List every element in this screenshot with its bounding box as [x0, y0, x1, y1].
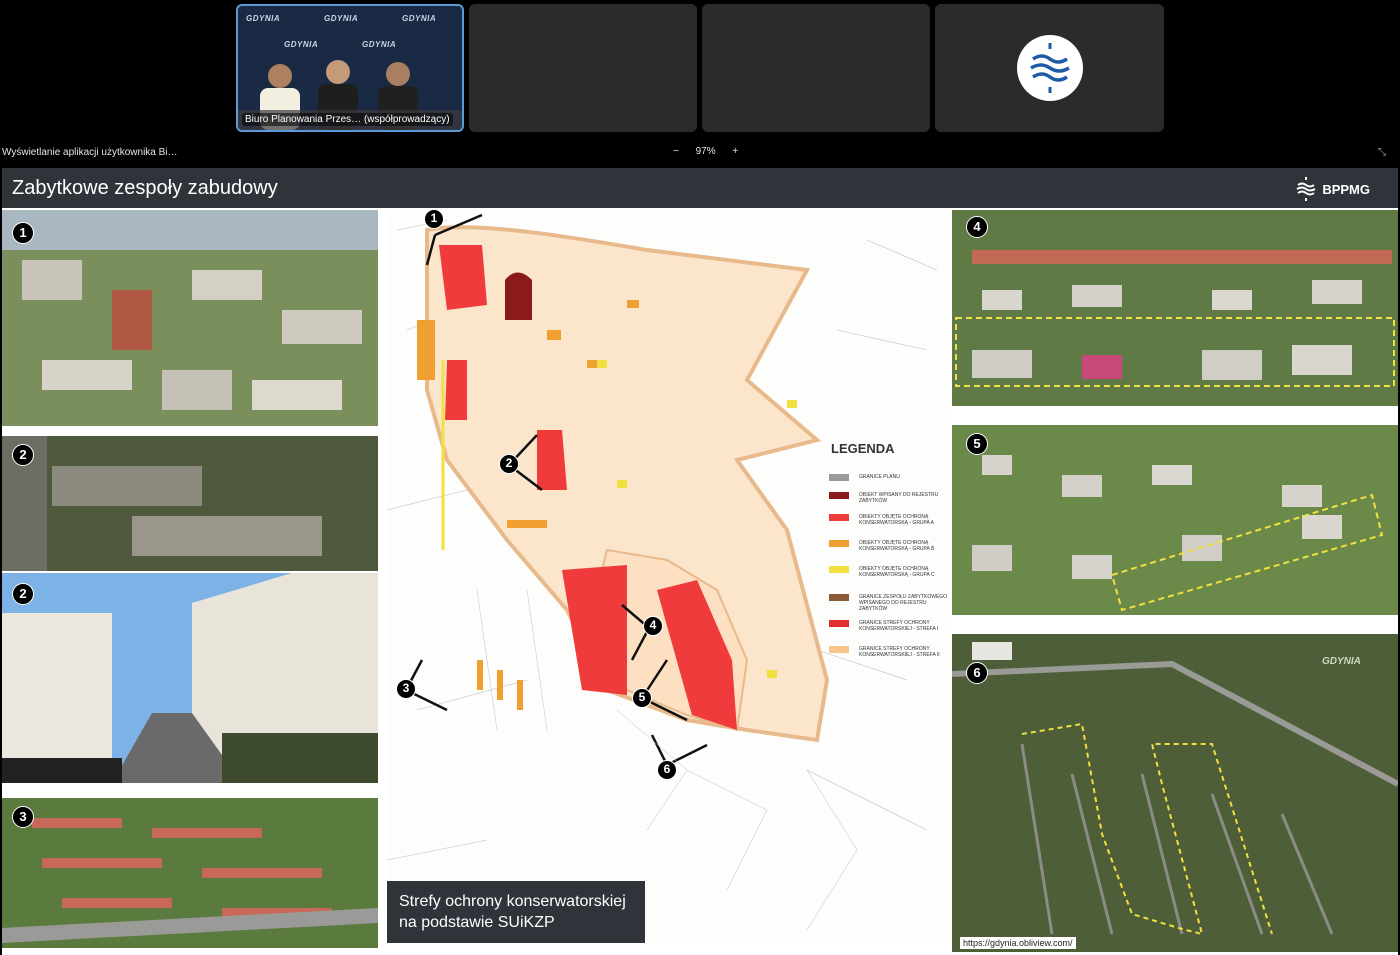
bppmg-logo-icon	[1016, 35, 1083, 101]
photo-number-badge: 4	[966, 216, 988, 238]
zoom-level: 97%	[695, 146, 716, 157]
legend-swatch	[829, 620, 849, 627]
participant-tile-presenter[interactable]: GDYNIA GDYNIA GDYNIA GDYNIA GDYNIA Biuro…	[236, 4, 464, 132]
view-marker-4: 4	[643, 616, 663, 636]
slide-header: Zabytkowe zespoły zabudowy BPPMG	[2, 168, 1398, 208]
photo-number-badge: 1	[12, 222, 34, 244]
legend-label: OBIEKTY OBJĘTE OCHRONĄ KONSERWATORSKĄ - …	[859, 514, 935, 526]
caption-line: Strefy ochrony konserwatorskiej	[399, 893, 626, 910]
participant-tile[interactable]	[702, 4, 930, 132]
legend-label: GRANICE ZESPOŁU ZABYTKOWEGO WPISANEGO DO…	[859, 594, 948, 612]
photo-watermark: GDYNIA	[1322, 656, 1361, 667]
legend-label: OBIEKT WPISANY DO REJESTRU ZABYTKÓW	[859, 492, 939, 504]
participant-tile[interactable]	[469, 4, 697, 132]
aerial-photo-3: 3	[2, 798, 378, 948]
legend-item: GRANICE ZESPOŁU ZABYTKOWEGO WPISANEGO DO…	[829, 594, 949, 612]
legend-item: GRANICE STREFY OCHRONY KONSERWATORSKIEJ …	[829, 646, 949, 658]
slide-title: Zabytkowe zespoły zabudowy	[12, 177, 278, 199]
legend-swatch	[829, 540, 849, 547]
photo-number-badge: 2	[12, 444, 34, 466]
legend-item: OBIEKTY OBJĘTE OCHRONĄ KONSERWATORSKĄ - …	[829, 566, 949, 578]
video-feed	[238, 60, 462, 130]
legend-swatch	[829, 514, 849, 521]
legend-label: GRANICE PLANU	[859, 474, 900, 480]
legend-label: GRANICE STREFY OCHRONY KONSERWATORSKIEJ …	[859, 620, 939, 632]
legend-item: GRANICE STREFY OCHRONY KONSERWATORSKIEJ …	[829, 620, 949, 632]
legend-label: OBIEKTY OBJĘTE OCHRONĄ KONSERWATORSKĄ - …	[859, 540, 935, 552]
legend-swatch	[829, 566, 849, 573]
brand-name: BPPMG	[1322, 181, 1370, 197]
aerial-photo-4: 4	[952, 210, 1398, 406]
legend-item: OBIEKTY OBJĘTE OCHRONĄ KONSERWATORSKĄ - …	[829, 514, 949, 526]
view-marker-2: 2	[499, 454, 519, 474]
legend-label: GRANICE STREFY OCHRONY KONSERWATORSKIEJ …	[859, 646, 940, 658]
photo-number-badge: 3	[12, 806, 34, 828]
view-marker-6: 6	[657, 760, 677, 780]
view-marker-3: 3	[396, 679, 416, 699]
zoom-in-button[interactable]: +	[732, 146, 738, 157]
aerial-photo-6: GDYNIA 6	[952, 634, 1398, 952]
map-caption: Strefy ochrony konserwatorskiej na podst…	[387, 881, 645, 943]
bppmg-logo-icon	[1296, 177, 1316, 201]
shared-slide: Zabytkowe zespoły zabudowy BPPMG 1 2 2 3…	[2, 168, 1398, 955]
image-credit: https://gdynia.obliview.com/	[960, 937, 1076, 949]
participant-name: Biuro Planowania Przes… (współprowadzący…	[242, 113, 453, 126]
share-title: Wyświetlanie aplikacji użytkownika Bi…	[2, 147, 178, 158]
legend-label: OBIEKTY OBJĘTE OCHRONĄ KONSERWATORSKĄ - …	[859, 566, 935, 578]
view-marker-5: 5	[632, 688, 652, 708]
participant-tile[interactable]	[935, 4, 1164, 132]
legend-item: OBIEKTY OBJĘTE OCHRONĄ KONSERWATORSKĄ - …	[829, 540, 949, 552]
caption-line: na podstawie SUiKZP	[399, 914, 555, 931]
zoom-out-button[interactable]: −	[673, 146, 679, 157]
legend-swatch	[829, 492, 849, 499]
photo-number-badge: 6	[966, 662, 988, 684]
expand-icon[interactable]: ⤡	[1378, 147, 1386, 158]
legend-swatch	[829, 594, 849, 601]
legend-item: OBIEKT WPISANY DO REJESTRU ZABYTKÓW	[829, 492, 949, 504]
photo-number-badge: 5	[966, 433, 988, 455]
aerial-photo-2: 2	[2, 436, 378, 571]
legend-swatch	[829, 474, 849, 481]
legend-item: GRANICE PLANU	[829, 474, 949, 481]
aerial-photo-5: 5	[952, 425, 1398, 615]
legend-title: LEGENDA	[831, 441, 895, 456]
street-photo-2: 2	[2, 573, 378, 783]
photo-number-badge: 2	[12, 583, 34, 605]
legend-swatch	[829, 646, 849, 653]
view-marker-1: 1	[424, 210, 444, 229]
share-toolbar: Wyświetlanie aplikacji użytkownika Bi… −…	[0, 143, 1400, 165]
conservation-zones-map: 1 2 3 4 5 6 LEGENDA GRANICE PLANU OBIEKT…	[387, 210, 951, 943]
aerial-photo-1: 1	[2, 210, 378, 426]
brand-logo: BPPMG	[1296, 176, 1370, 202]
zoom-controls: − 97% +	[666, 146, 745, 157]
